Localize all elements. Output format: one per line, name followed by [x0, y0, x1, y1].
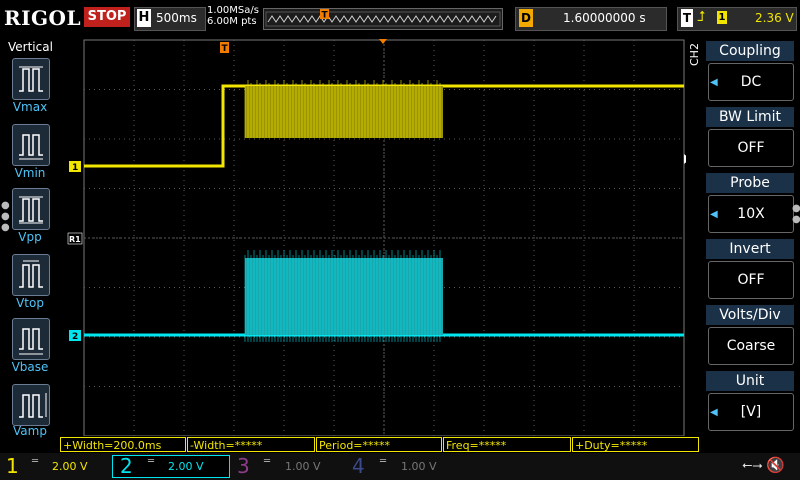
measure-vmax-button[interactable] [12, 58, 50, 100]
ch1-offset-marker[interactable]: 1 [69, 161, 81, 173]
svg-text:2: 2 [72, 332, 78, 342]
vmin-icon [19, 134, 43, 160]
trigger-level: 2.36 V [755, 11, 794, 25]
volts-div-menu[interactable]: Volts/Div Coarse [706, 305, 794, 365]
ref-r1-marker: R1 [67, 232, 83, 245]
measure-neg-width[interactable]: -Width=***** [187, 437, 315, 452]
invert-title: Invert [706, 239, 794, 259]
svg-text:1: 1 [72, 163, 78, 173]
unit-value: [V] [708, 393, 794, 431]
measure-pos-width[interactable]: +Width=200.0ms [60, 437, 186, 452]
memory-overview-waveform: T [265, 9, 501, 27]
ch4-coupling-icon: ═ [380, 456, 387, 467]
vtop-label: Vtop [16, 296, 44, 310]
ch1-number[interactable]: 1 [6, 455, 19, 478]
acquisition-info: 1.00MSa/s 6.00M pts [207, 5, 259, 27]
right-edge-arrow-icon [684, 154, 690, 164]
bw-limit-menu[interactable]: BW Limit OFF [706, 107, 794, 167]
vpp-icon [19, 196, 43, 224]
invert-value: OFF [708, 261, 794, 299]
rising-edge-icon: ⮥ [697, 9, 706, 25]
bw-limit-title: BW Limit [706, 107, 794, 127]
overview-trigger-marker: T [320, 9, 329, 21]
panel-page-dots-icon[interactable]: ● ● ● [1, 200, 10, 233]
ch4-number[interactable]: 4 [352, 455, 365, 478]
measure-period[interactable]: Period=***** [316, 437, 442, 452]
memory-depth: 6.00M pts [207, 16, 257, 27]
waveform-grid: T 1 2 R1 [67, 39, 690, 437]
menu-page-dots-icon[interactable]: ● ● [792, 203, 800, 225]
coupling-menu[interactable]: Coupling DC ◀ [706, 41, 794, 101]
run-stop-indicator[interactable]: STOP [84, 7, 130, 27]
coupling-value: DC [708, 63, 794, 101]
vamp-label: Vamp [13, 424, 47, 438]
vmax-icon [19, 66, 43, 92]
vmax-label: Vmax [12, 100, 48, 114]
unit-menu[interactable]: Unit [V] ◀ [706, 371, 794, 431]
bw-limit-value: OFF [708, 129, 794, 167]
coupling-arrow-icon: ◀ [710, 77, 718, 88]
sample-rate: 1.00MSa/s [207, 5, 259, 16]
coupling-title: Coupling [706, 41, 794, 61]
timebase-value: 500ms [156, 11, 197, 25]
vbase-label: Vbase [11, 360, 49, 374]
usb-icon: ⭠⭢ [742, 458, 763, 473]
ch3-coupling-icon: ═ [264, 456, 271, 467]
ch4-scale[interactable]: 1.00 V [401, 460, 437, 473]
waveform-display[interactable]: T 1 2 R1 [60, 36, 690, 437]
vpp-label: Vpp [18, 230, 42, 244]
ch2-scale: 2.00 V [168, 460, 204, 473]
trigger-letter: T [681, 9, 693, 27]
vtop-icon [19, 260, 43, 288]
brand-logo: RIGOL [4, 6, 82, 30]
svg-text:T: T [222, 44, 229, 54]
unit-arrow-icon: ◀ [710, 407, 718, 418]
measure-pos-duty[interactable]: +Duty=***** [572, 437, 699, 452]
ch1-coupling-icon: ═ [32, 456, 39, 467]
unit-title: Unit [706, 371, 794, 391]
probe-arrow-icon: ◀ [710, 209, 718, 220]
volts-div-title: Volts/Div [706, 305, 794, 325]
svg-text:T: T [322, 11, 329, 21]
probe-value: 10X [708, 195, 794, 233]
measure-vpp-button[interactable] [12, 188, 50, 230]
invert-menu[interactable]: Invert OFF [706, 239, 794, 299]
measure-vamp-button[interactable] [12, 384, 50, 426]
vertical-panel-title: Vertical [8, 40, 53, 54]
probe-menu[interactable]: Probe 10X ◀ [706, 173, 794, 233]
measure-vtop-button[interactable] [12, 254, 50, 296]
trigger-position-marker: T [220, 42, 229, 54]
memory-overview-bar[interactable]: T [263, 8, 503, 30]
ch2-offset-marker[interactable]: 2 [69, 330, 81, 342]
vamp-icon [19, 393, 47, 418]
probe-title: Probe [706, 173, 794, 193]
volts-div-value: Coarse [708, 327, 794, 365]
svg-text:R1: R1 [69, 235, 81, 244]
ch3-scale[interactable]: 1.00 V [285, 460, 321, 473]
delay-letter: D [519, 9, 533, 27]
ch3-number[interactable]: 3 [237, 455, 250, 478]
vmin-label: Vmin [14, 166, 46, 180]
vbase-icon [19, 328, 43, 355]
horizontal-letter: H [137, 9, 151, 27]
measure-vbase-button[interactable] [12, 318, 50, 360]
menu-channel-label: CH2 [688, 43, 701, 66]
ch2-number: 2 [120, 454, 133, 478]
measure-freq[interactable]: Freq=***** [443, 437, 571, 452]
speaker-muted-icon[interactable]: 🔇 [766, 456, 785, 474]
ch2-coupling-icon: ═ [148, 456, 155, 467]
measure-vmin-button[interactable] [12, 124, 50, 166]
ch1-scale[interactable]: 2.00 V [52, 460, 88, 473]
delay-value: 1.60000000 s [563, 11, 646, 25]
trigger-source-badge: 1 [717, 11, 727, 24]
